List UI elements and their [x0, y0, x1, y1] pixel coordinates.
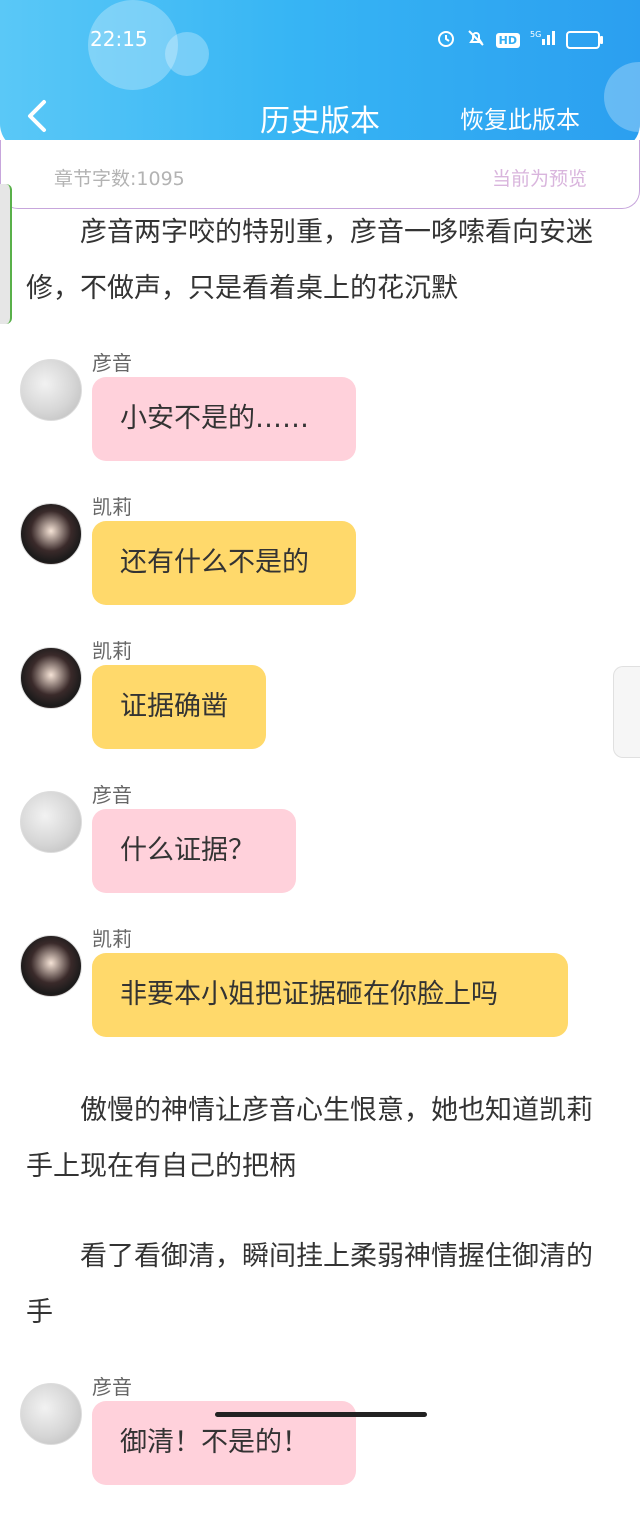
sender-name: 凯莉 [92, 639, 132, 663]
sender-name: 凯莉 [92, 927, 132, 951]
chat-message: 凯莉 证据确凿 [0, 635, 640, 779]
paragraph: 彦音两字咬的特别重，彦音一哆嗦看向安迷修，不做声，只是看着桌上的花沉默 [26, 217, 593, 304]
hd-badge: HD [495, 32, 520, 48]
message-bubble: 证据确凿 [92, 665, 266, 749]
home-indicator[interactable] [215, 1412, 427, 1417]
chat-message: 彦音 御清！不是的！ [0, 1371, 640, 1515]
chat-message: 彦音 小安不是的…… [0, 347, 640, 491]
chapter-content: 彦音两字咬的特别重，彦音一哆嗦看向安迷修，不做声，只是看着桌上的花沉默 彦音 小… [0, 205, 640, 1515]
sender-name: 凯莉 [92, 495, 132, 519]
back-button[interactable] [18, 96, 54, 136]
avatar [20, 359, 82, 421]
sender-name: 彦音 [92, 783, 132, 807]
decor-circle [604, 62, 640, 132]
paragraph: 傲慢的神情让彦音心生恨意，她也知道凯莉手上现在有自己的把柄 [26, 1095, 593, 1182]
message-bubble: 小安不是的…… [92, 377, 356, 461]
paragraph: 看了看御清，瞬间挂上柔弱神情握住御清的手 [26, 1241, 593, 1328]
avatar [20, 1383, 82, 1445]
signal-icon: 5G [530, 29, 556, 51]
status-icons: HD 5G [436, 28, 603, 52]
chat-message: 凯莉 非要本小姐把证据砸在你脸上吗 [0, 923, 640, 1067]
mute-bell-icon [466, 28, 486, 52]
avatar [20, 935, 82, 997]
svg-text:5G: 5G [530, 30, 541, 39]
chat-message: 彦音 什么证据？ [0, 779, 640, 923]
header-bar: 22:15 HD 5G 历史版本 恢复此版本 [0, 0, 640, 150]
decor-circle [165, 32, 209, 76]
alarm-icon [436, 28, 456, 52]
chapter-info-bar: 章节字数:1095 当前为预览 [0, 140, 640, 209]
preview-status: 当前为预览 [491, 168, 587, 190]
restore-version-button[interactable]: 恢复此版本 [460, 100, 580, 135]
chat-message: 凯莉 还有什么不是的 [0, 491, 640, 635]
battery-icon [566, 31, 603, 49]
avatar [20, 791, 82, 853]
message-bubble: 什么证据？ [92, 809, 296, 893]
message-bubble: 还有什么不是的 [92, 521, 356, 605]
sender-name: 彦音 [92, 1375, 132, 1399]
message-bubble: 非要本小姐把证据砸在你脸上吗 [92, 953, 568, 1037]
avatar [20, 647, 82, 709]
status-time: 22:15 [90, 27, 148, 51]
sender-name: 彦音 [92, 351, 132, 375]
word-count: 章节字数:1095 [54, 168, 185, 190]
avatar [20, 503, 82, 565]
